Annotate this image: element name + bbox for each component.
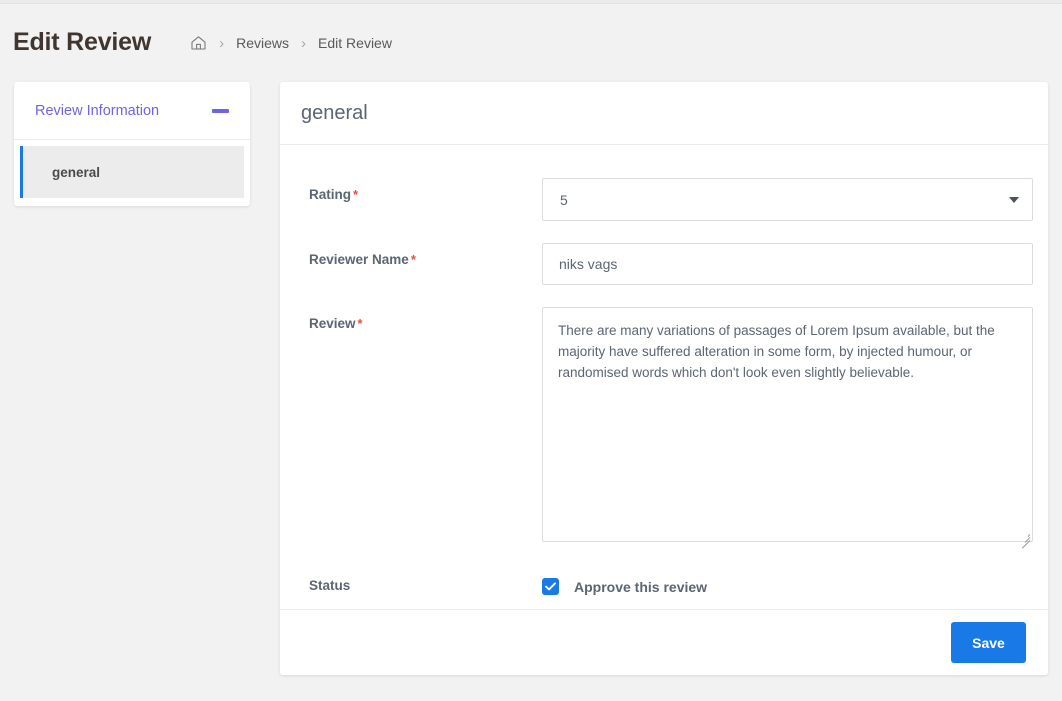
reviewer-name-label-text: Reviewer Name	[309, 252, 409, 267]
approve-review-label[interactable]: Approve this review	[574, 579, 707, 595]
review-required-marker: *	[357, 316, 363, 331]
rating-select-value: 5	[560, 191, 568, 208]
sidebar-body: general	[14, 140, 250, 206]
reviewer-name-label: Reviewer Name *	[309, 243, 542, 268]
rating-label: Rating *	[309, 178, 542, 203]
main-card: general Rating * 5 Reviewer Name * niks …	[280, 82, 1048, 675]
review-control	[542, 307, 1034, 549]
reviewer-name-control	[542, 243, 1034, 285]
main-card-title: general	[301, 101, 368, 124]
page-root: Edit Review › Reviews › Edit Review Revi…	[0, 0, 1062, 701]
field-row-status: Status Approve this review	[309, 569, 1034, 595]
page-title: Edit Review	[13, 27, 152, 56]
status-control: Approve this review	[542, 569, 1034, 595]
approve-review-checkbox[interactable]	[542, 578, 559, 595]
sidebar-section-header[interactable]: Review Information	[14, 82, 250, 140]
chevron-down-icon[interactable]	[1009, 196, 1019, 203]
breadcrumb: › Reviews › Edit Review	[190, 33, 392, 51]
top-strip	[0, 0, 1062, 4]
approve-review-row: Approve this review	[542, 569, 1034, 595]
reviewer-name-required-marker: *	[410, 252, 416, 267]
main-card-header: general	[280, 82, 1048, 145]
sidebar-accordion: Review Information general	[14, 82, 250, 206]
save-button[interactable]: Save	[951, 622, 1026, 663]
sidebar-section-title: Review Information	[35, 102, 160, 119]
form-area: Rating * 5 Reviewer Name * niks vags Rev…	[280, 145, 1048, 609]
status-label: Status	[309, 569, 542, 594]
home-icon[interactable]	[190, 35, 207, 51]
review-textarea-wrap	[542, 307, 1033, 549]
breadcrumb-separator-2: ›	[301, 34, 307, 52]
reviewer-name-input[interactable]	[542, 243, 1033, 285]
sidebar-item-label: general	[52, 164, 101, 180]
field-row-review: Review *	[309, 307, 1034, 549]
rating-label-text: Rating	[309, 187, 351, 202]
review-label-text: Review	[309, 316, 356, 331]
breadcrumb-item-current: Edit Review	[318, 35, 392, 51]
breadcrumb-separator-1: ›	[219, 34, 225, 52]
sidebar-item-general[interactable]: general	[20, 146, 244, 198]
minus-icon[interactable]	[212, 108, 229, 113]
review-label: Review *	[309, 307, 542, 332]
rating-required-marker: *	[353, 187, 359, 202]
status-label-text: Status	[309, 578, 351, 593]
field-row-reviewer-name: Reviewer Name *	[309, 243, 1034, 285]
page-header: Edit Review › Reviews › Edit Review	[0, 20, 1062, 64]
rating-select-wrap: 5	[542, 178, 1033, 221]
check-icon	[545, 582, 556, 591]
card-footer: Save	[280, 609, 1048, 675]
field-row-rating: Rating * 5	[309, 178, 1034, 221]
review-textarea[interactable]	[542, 307, 1033, 542]
rating-select[interactable]: 5	[542, 178, 1033, 221]
rating-control: 5	[542, 178, 1034, 221]
breadcrumb-item-reviews[interactable]: Reviews	[236, 35, 289, 51]
